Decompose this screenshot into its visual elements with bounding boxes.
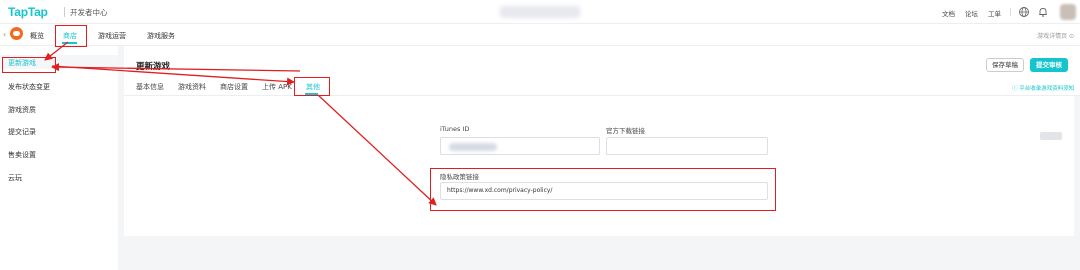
tab-game-operation[interactable]: 游戏运营 xyxy=(98,31,126,41)
page-title: 更新游戏 xyxy=(136,62,171,72)
sidebar-item-cloud-play[interactable]: 云玩 xyxy=(8,173,22,183)
highlight-box-update-game xyxy=(2,57,56,73)
official-download-label: 官方下载链接 xyxy=(606,127,645,135)
tab-game-services[interactable]: 游戏服务 xyxy=(147,31,175,41)
notice-link[interactable]: ⓘ 平台收录游戏资料须知 xyxy=(1012,84,1074,92)
highlight-box-privacy-field xyxy=(430,168,776,211)
divider xyxy=(1010,8,1011,16)
form-panel: iTunes ID 官方下载链接 隐私政策链接 https://www.xd.c… xyxy=(124,96,1074,236)
official-download-field[interactable] xyxy=(606,137,768,155)
avatar[interactable] xyxy=(1060,4,1076,20)
game-detail-link[interactable]: 游戏详情页 ⊙ xyxy=(1037,31,1074,40)
sidebar-item-submit-records[interactable]: 提交记录 xyxy=(8,127,36,137)
itunes-id-label: iTunes ID xyxy=(440,125,470,133)
tab-basic-info[interactable]: 基本信息 xyxy=(136,82,164,92)
taptap-logo[interactable]: TapTap xyxy=(8,5,48,19)
globe-icon[interactable] xyxy=(1018,6,1030,18)
tab-game-materials[interactable]: 游戏资料 xyxy=(178,82,206,92)
divider xyxy=(64,7,65,17)
save-draft-button[interactable]: 保存草稿 xyxy=(986,58,1024,72)
tab-upload-apk[interactable]: 上传 APK xyxy=(262,82,292,92)
main-header: 更新游戏 基本信息 游戏资料 商店设置 上传 APK 其他 保存草稿 提交审核 … xyxy=(124,46,1080,96)
forum-link[interactable]: 论坛 xyxy=(965,8,978,18)
tab-overview[interactable]: 概览 xyxy=(30,31,44,41)
placeholder-button xyxy=(1040,132,1062,140)
highlight-box-other-tab xyxy=(294,77,330,96)
tab-store-settings[interactable]: 商店设置 xyxy=(220,82,248,92)
sidebar-item-qualification[interactable]: 游戏资质 xyxy=(8,105,36,115)
docs-link[interactable]: 文档 xyxy=(942,8,955,18)
bell-icon[interactable] xyxy=(1037,6,1049,18)
sidebar-item-release-status[interactable]: 发布状态变更 xyxy=(8,82,50,92)
itunes-id-field[interactable] xyxy=(440,137,600,155)
sidebar-item-sales-settings[interactable]: 售卖设置 xyxy=(8,150,36,160)
submit-review-button[interactable]: 提交审核 xyxy=(1030,58,1068,72)
sidebar: 更新游戏 发布状态变更 游戏资质 提交记录 售卖设置 云玩 xyxy=(0,46,118,270)
blurred-game-name xyxy=(500,6,580,18)
top-bar: TapTap 开发者中心 文档 论坛 工单 xyxy=(0,0,1080,24)
highlight-box-store-tab xyxy=(55,25,87,47)
chevron-left-icon[interactable]: ‹ xyxy=(3,30,6,39)
game-logo-icon[interactable] xyxy=(10,27,23,40)
developer-center-label: 开发者中心 xyxy=(70,8,108,17)
ticket-link[interactable]: 工单 xyxy=(988,8,1001,18)
blurred-value xyxy=(449,143,497,151)
